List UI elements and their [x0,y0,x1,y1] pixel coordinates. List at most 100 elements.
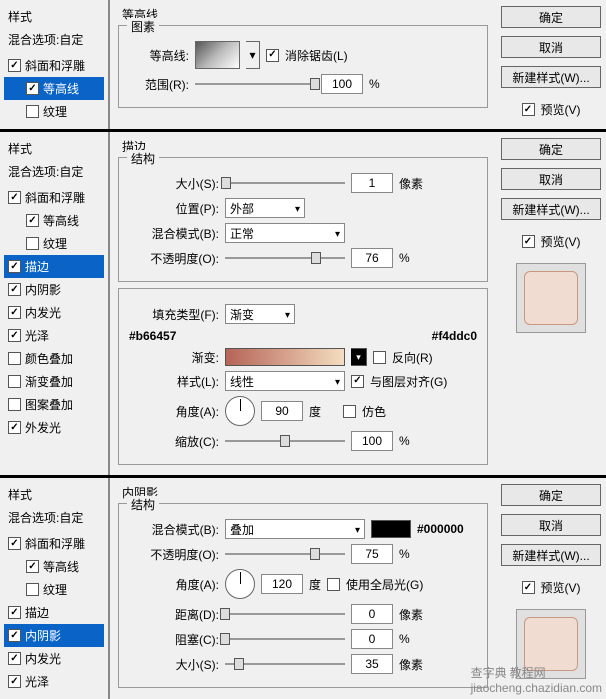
color1-code: #b66457 [129,329,176,343]
position-dropdown[interactable]: 外部 [225,198,305,218]
cancel-button[interactable]: 取消 [501,514,601,536]
reverse-checkbox[interactable] [373,351,386,364]
style-pattern-overlay[interactable]: 图案叠加 [4,393,104,416]
size-input[interactable] [351,173,393,193]
contour-dropdown-icon[interactable]: ▾ [246,41,260,69]
angle-input[interactable] [261,401,303,421]
blend-options[interactable]: 混合选项:自定 [4,161,104,186]
checkbox-icon[interactable] [8,675,21,688]
checkbox-icon[interactable] [26,583,39,596]
style-color-overlay[interactable]: 颜色叠加 [4,347,104,370]
style-stroke[interactable]: 描边 [4,601,104,624]
style-inner-glow[interactable]: 内发光 [4,301,104,324]
angle-dial[interactable] [225,569,255,599]
color-swatch[interactable] [371,520,411,538]
opacity-input[interactable] [351,248,393,268]
checkbox-icon[interactable] [26,214,39,227]
right-panel: 确定 取消 新建样式(W)... 预览(V) [496,132,606,475]
sidebar: 样式 混合选项:自定 斜面和浮雕 等高线 纹理 [0,0,110,129]
distance-input[interactable] [351,604,393,624]
angle-dial[interactable] [225,396,255,426]
style-satin[interactable]: 光泽 [4,324,104,347]
blend-options[interactable]: 混合选项:自定 [4,507,104,532]
ok-button[interactable]: 确定 [501,484,601,506]
gradient-picker[interactable] [225,348,345,366]
checkbox-icon[interactable] [26,105,39,118]
checkbox-icon[interactable] [8,59,21,72]
style-inner-shadow[interactable]: 内阴影 [4,624,104,647]
checkbox-icon[interactable] [8,629,21,642]
blend-mode-dropdown[interactable]: 正常 [225,223,345,243]
cancel-button[interactable]: 取消 [501,168,601,190]
checkbox-icon[interactable] [8,652,21,665]
checkbox-icon[interactable] [26,237,39,250]
checkbox-icon[interactable] [8,306,21,319]
preview-checkbox[interactable] [522,581,535,594]
style-bevel[interactable]: 斜面和浮雕 [4,532,104,555]
blend-options[interactable]: 混合选项:自定 [4,29,104,54]
style-contour[interactable]: 等高线 [4,209,104,232]
global-light-checkbox[interactable] [327,578,340,591]
checkbox-icon[interactable] [8,421,21,434]
checkbox-icon[interactable] [8,283,21,296]
px-label: 像素 [399,175,423,192]
style-dropdown[interactable]: 线性 [225,371,345,391]
checkbox-icon[interactable] [8,537,21,550]
scale-input[interactable] [351,431,393,451]
antialias-checkbox[interactable] [266,49,279,62]
style-inner-glow[interactable]: 内发光 [4,647,104,670]
style-contour[interactable]: 等高线 [4,555,104,578]
distance-slider[interactable] [225,606,345,622]
style-texture[interactable]: 纹理 [4,232,104,255]
style-stroke[interactable]: 描边 [4,255,104,278]
new-style-button[interactable]: 新建样式(W)... [501,544,601,566]
checkbox-icon[interactable] [8,329,21,342]
gradient-label: 渐变: [129,349,219,366]
style-texture[interactable]: 纹理 [4,100,104,123]
ok-button[interactable]: 确定 [501,138,601,160]
checkbox-icon[interactable] [8,260,21,273]
new-style-button[interactable]: 新建样式(W)... [501,66,601,88]
blend-mode-dropdown[interactable]: 叠加 [225,519,365,539]
size-slider[interactable] [225,656,345,672]
ok-button[interactable]: 确定 [501,6,601,28]
preview-checkbox[interactable] [522,103,535,116]
range-slider[interactable] [195,76,315,92]
sidebar: 样式 混合选项:自定 斜面和浮雕 等高线 纹理 描边 内阴影 内发光 光泽 颜色… [0,132,110,475]
dither-label: 仿色 [362,403,386,420]
checkbox-icon[interactable] [26,82,39,95]
contour-picker[interactable] [195,41,240,69]
style-outer-glow[interactable]: 外发光 [4,416,104,439]
range-input[interactable] [321,74,363,94]
style-contour[interactable]: 等高线 [4,77,104,100]
new-style-button[interactable]: 新建样式(W)... [501,198,601,220]
checkbox-icon[interactable] [8,398,21,411]
checkbox-icon[interactable] [26,560,39,573]
preview-label: 预览(V) [541,579,581,596]
size-input[interactable] [351,654,393,674]
size-slider[interactable] [225,175,345,191]
align-checkbox[interactable] [351,375,364,388]
dither-checkbox[interactable] [343,405,356,418]
cancel-button[interactable]: 取消 [501,36,601,58]
angle-input[interactable] [261,574,303,594]
checkbox-icon[interactable] [8,375,21,388]
gradient-dropdown-icon[interactable]: ▾ [351,348,367,366]
style-bevel[interactable]: 斜面和浮雕 [4,54,104,77]
fill-type-dropdown[interactable]: 渐变 [225,304,295,324]
checkbox-icon[interactable] [8,352,21,365]
preview-checkbox[interactable] [522,235,535,248]
checkbox-icon[interactable] [8,191,21,204]
style-gradient-overlay[interactable]: 渐变叠加 [4,370,104,393]
choke-slider[interactable] [225,631,345,647]
opacity-input[interactable] [351,544,393,564]
opacity-slider[interactable] [225,546,345,562]
style-bevel[interactable]: 斜面和浮雕 [4,186,104,209]
style-inner-shadow[interactable]: 内阴影 [4,278,104,301]
style-satin[interactable]: 光泽 [4,670,104,693]
checkbox-icon[interactable] [8,606,21,619]
choke-input[interactable] [351,629,393,649]
opacity-slider[interactable] [225,250,345,266]
scale-slider[interactable] [225,433,345,449]
style-texture[interactable]: 纹理 [4,578,104,601]
